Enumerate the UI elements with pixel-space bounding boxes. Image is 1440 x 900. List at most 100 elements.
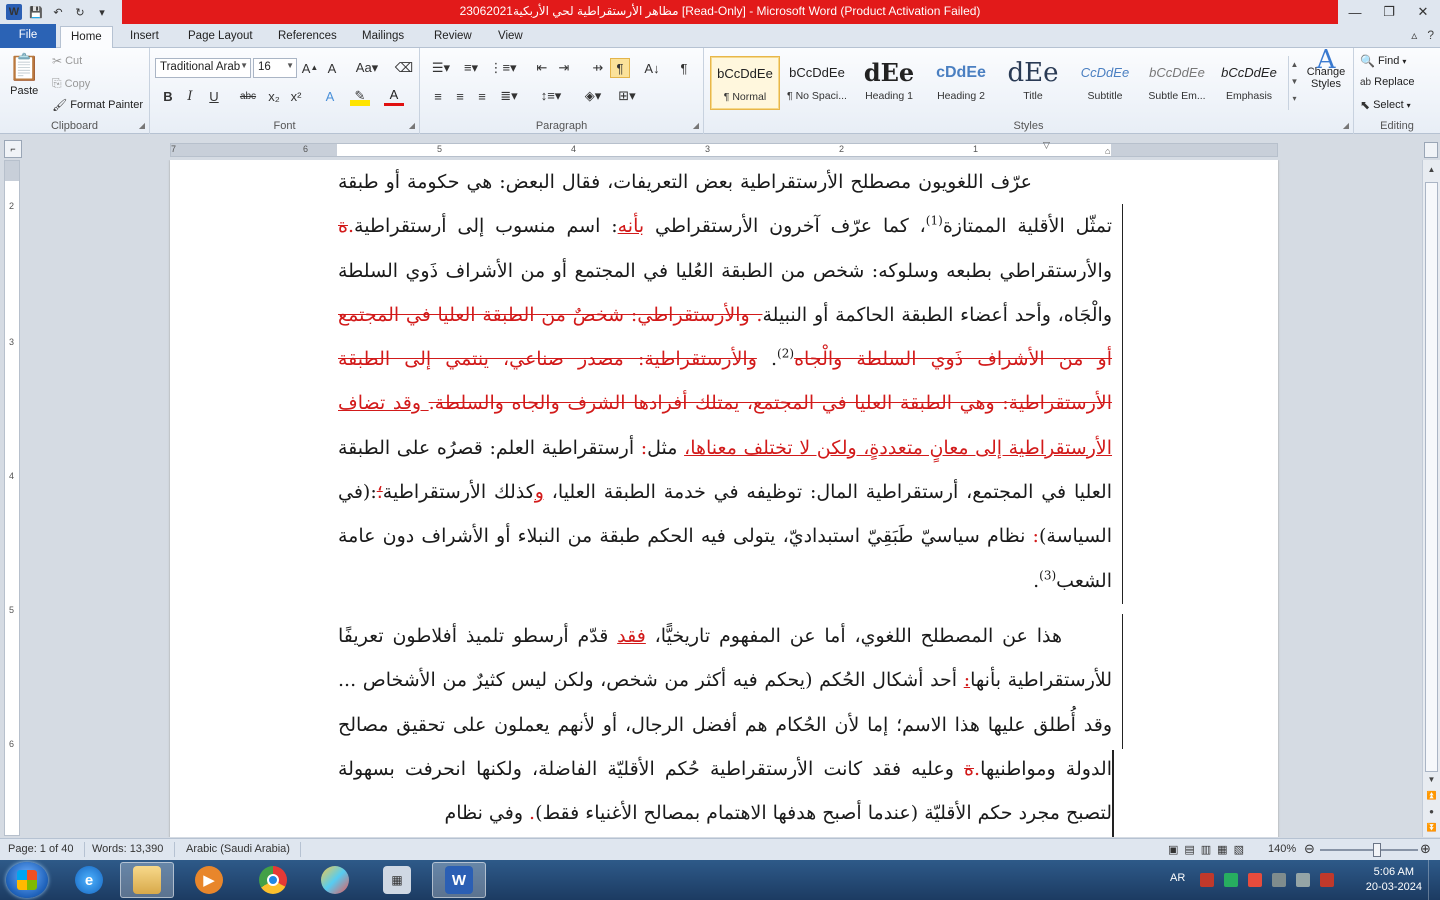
taskbar-file-explorer[interactable] <box>120 862 174 898</box>
scroll-thumb[interactable] <box>1425 182 1438 772</box>
replace-button[interactable]: ab Replace <box>1360 76 1414 88</box>
start-button[interactable] <box>6 862 48 898</box>
customize-qat-icon[interactable]: ▾ <box>94 4 110 20</box>
clear-formatting-icon[interactable]: ⌫ <box>394 58 414 78</box>
previous-page-icon[interactable]: ⏫ <box>1424 788 1439 803</box>
tray-flag-icon[interactable] <box>1320 873 1334 887</box>
ruler-toggle-icon[interactable] <box>1424 142 1438 158</box>
language-bar[interactable]: AR <box>1170 872 1185 884</box>
numbering-icon[interactable]: ≡▾ <box>458 58 484 78</box>
clipboard-launcher-icon[interactable]: ◢ <box>139 121 145 130</box>
first-line-indent-marker[interactable]: ▽ <box>1043 140 1050 151</box>
system-clock[interactable]: 5:06 AM 20-03-2024 <box>1366 865 1422 895</box>
tab-view[interactable]: View <box>488 26 533 48</box>
format-painter-button[interactable]: 🖌 Format Painter <box>52 98 143 112</box>
scroll-up-icon[interactable]: ▲ <box>1424 162 1439 177</box>
taskbar-media-player[interactable]: ▶ <box>182 862 236 898</box>
tab-file[interactable]: File <box>0 24 56 48</box>
style-title[interactable]: dEe Title <box>998 56 1068 110</box>
select-button[interactable]: ⬉ Select ▾ <box>1360 98 1411 112</box>
redo-icon[interactable]: ↻ <box>72 4 88 20</box>
style-heading-1[interactable]: dEe Heading 1 <box>854 56 924 110</box>
change-case-icon[interactable]: Aa▾ <box>354 58 380 78</box>
cut-button[interactable]: ✂ Cut <box>52 54 82 68</box>
justify-icon[interactable]: ≣▾ <box>496 86 522 106</box>
vertical-ruler[interactable]: 2 3 4 5 6 <box>4 160 20 836</box>
style-heading-2[interactable]: cDdEe Heading 2 <box>926 56 996 110</box>
zoom-slider-handle[interactable] <box>1372 843 1381 857</box>
align-left-icon[interactable]: ≡ <box>428 86 448 106</box>
shrink-font-icon[interactable]: A <box>322 58 342 78</box>
font-size-select[interactable]: 16 ▼ <box>253 58 297 78</box>
style-normal[interactable]: bCcDdEe ¶ Normal <box>710 56 780 110</box>
paste-button[interactable]: 📋 Paste <box>8 52 40 97</box>
font-family-select[interactable]: Traditional Arab ▼ <box>155 58 251 78</box>
scroll-down-icon[interactable]: ▼ <box>1424 772 1439 787</box>
zoom-level[interactable]: 140% <box>1268 843 1296 855</box>
taskbar-calculator[interactable]: ▦ <box>370 862 424 898</box>
tray-app-icon[interactable] <box>1248 873 1262 887</box>
taskbar-chrome[interactable] <box>246 862 300 898</box>
footnote-reference[interactable]: (3) <box>1039 568 1056 582</box>
ltr-direction-icon[interactable]: ⇸ <box>588 58 608 78</box>
tray-app-icon[interactable] <box>1200 873 1214 887</box>
shading-icon[interactable]: ◈▾ <box>580 86 606 106</box>
word-app-icon[interactable]: W <box>6 4 22 20</box>
style-subtle-emphasis[interactable]: bCcDdEe Subtle Em... <box>1142 56 1212 110</box>
tab-mailings[interactable]: Mailings <box>352 26 414 48</box>
bullets-icon[interactable]: ☰▾ <box>428 58 454 78</box>
multilevel-list-icon[interactable]: ⋮≡▾ <box>488 58 518 78</box>
copy-button[interactable]: ⎘ Copy <box>52 76 90 91</box>
increase-indent-icon[interactable]: ⇥ <box>554 58 574 78</box>
word-count[interactable]: Words: 13,390 <box>92 843 163 855</box>
show-desktop-button[interactable] <box>1428 860 1440 900</box>
grow-font-icon[interactable]: A ▲ <box>300 58 320 78</box>
tab-page-layout[interactable]: Page Layout <box>178 26 263 48</box>
horizontal-ruler[interactable]: 7 6 5 4 3 2 1 ▽ ⌂ <box>170 140 1278 157</box>
text-effects-icon[interactable]: A <box>320 86 340 106</box>
footnote-reference[interactable]: (2) <box>777 347 794 361</box>
italic-button[interactable]: I <box>180 86 200 106</box>
sort-icon[interactable]: A↓ <box>642 58 662 78</box>
minimize-ribbon-icon[interactable]: ▵ <box>1411 28 1417 42</box>
browse-object-icon[interactable]: ● <box>1424 804 1439 819</box>
font-color-icon[interactable]: A <box>384 86 404 106</box>
help-icon[interactable]: ? <box>1427 28 1434 42</box>
save-icon[interactable]: 💾 <box>28 4 44 20</box>
align-right-icon[interactable]: ≡ <box>472 86 492 106</box>
language-indicator[interactable]: Arabic (Saudi Arabia) <box>186 843 290 855</box>
decrease-indent-icon[interactable]: ⇤ <box>532 58 552 78</box>
tab-insert[interactable]: Insert <box>120 26 169 48</box>
undo-icon[interactable]: ↶ <box>50 4 66 20</box>
document-page[interactable]: عرّف اللغويون مصطلح الأرستقراطية بعض الت… <box>170 160 1278 837</box>
underline-button[interactable]: U <box>204 86 224 106</box>
font-launcher-icon[interactable]: ◢ <box>409 121 415 130</box>
tab-home[interactable]: Home <box>60 26 113 49</box>
paragraph-1[interactable]: عرّف اللغويون مصطلح الأرستقراطية بعض الت… <box>338 160 1112 603</box>
borders-icon[interactable]: ⊞▾ <box>614 86 640 106</box>
minimize-button[interactable]: — <box>1338 0 1372 24</box>
next-page-icon[interactable]: ⏬ <box>1424 820 1439 835</box>
footnote-reference[interactable]: (1) <box>926 214 943 228</box>
bold-button[interactable]: B <box>158 86 178 106</box>
show-formatting-icon[interactable]: ¶ <box>674 58 694 78</box>
vertical-scrollbar[interactable]: ▲ ▼ ⏫ ● ⏬ <box>1422 160 1440 837</box>
zoom-in-icon[interactable]: ⊕ <box>1420 841 1431 857</box>
page-count[interactable]: Page: 1 of 40 <box>8 843 73 855</box>
superscript-button[interactable]: x² <box>286 86 306 106</box>
paragraph-launcher-icon[interactable]: ◢ <box>693 121 699 130</box>
style-emphasis[interactable]: bCcDdEe Emphasis <box>1214 56 1284 110</box>
styles-scroll[interactable]: ▲ ▼ ▾ <box>1288 56 1300 110</box>
tab-review[interactable]: Review <box>424 26 482 48</box>
align-center-icon[interactable]: ≡ <box>450 86 470 106</box>
find-button[interactable]: 🔍 Find ▾ <box>1360 54 1406 68</box>
highlight-icon[interactable]: ✎ <box>350 86 370 106</box>
zoom-slider[interactable] <box>1320 849 1418 851</box>
tab-references[interactable]: References <box>268 26 347 48</box>
zoom-out-icon[interactable]: ⊖ <box>1304 841 1315 857</box>
rtl-direction-icon[interactable]: ¶ <box>610 58 630 78</box>
style-no-spacing[interactable]: bCcDdEe ¶ No Spaci... <box>782 56 852 110</box>
right-indent-marker[interactable]: ⌂ <box>1105 146 1110 156</box>
tab-selector-icon[interactable]: ⌐ <box>4 140 22 158</box>
line-spacing-icon[interactable]: ↕≡▾ <box>538 86 564 106</box>
